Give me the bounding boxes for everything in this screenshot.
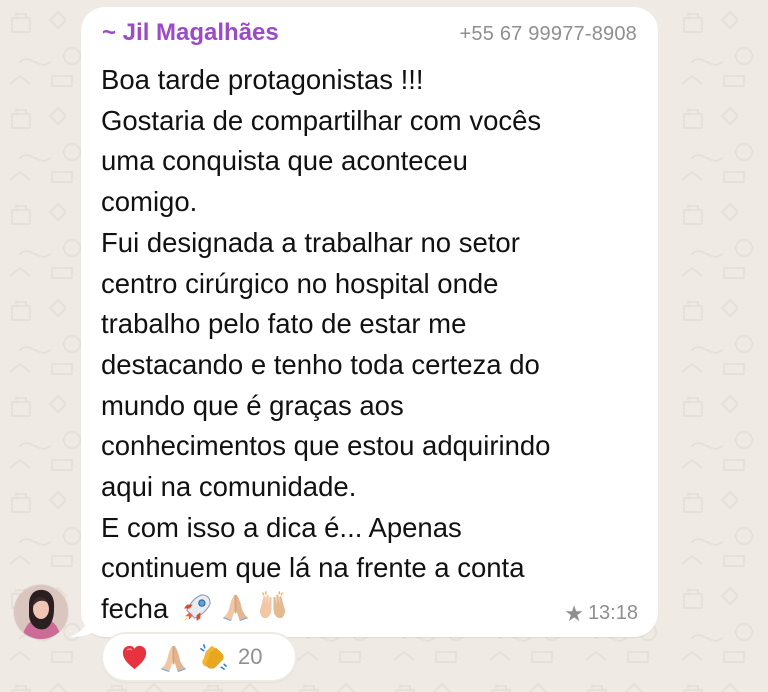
reaction-bar[interactable]: 20 [101,632,297,682]
message-text: Boa tarde protagonistas !!! Gostaria de … [101,60,641,630]
message-time: 13:18 [587,602,638,624]
raising-hands-icon [259,591,286,619]
message-line: trabalho pelo fato de estar me [101,308,467,340]
sender-name[interactable]: ~ Jil Magalhães [102,19,279,47]
star-icon: ★ [564,600,584,626]
message-line: Boa tarde protagonistas !!! [101,64,424,95]
inline-emoji-group [183,591,288,622]
message-line: centro cirúrgico no hospital onde [101,267,499,299]
message-line: aqui na comunidade. [101,471,357,503]
message-line: comigo. [101,186,198,218]
message-line: Fui designada a trabalhar no setor [101,226,520,258]
praying-hands-icon [222,595,249,622]
message-line: continuem que lá na frente a conta [101,552,525,584]
message-line: E com isso a dica é... Apenas [101,511,462,543]
message-line: mundo que é graças aos [101,389,404,421]
sender-avatar[interactable] [14,585,68,639]
heart-icon [122,645,147,669]
sender-phone: +55 67 99977-8908 [459,23,637,45]
message-line: fecha [101,593,169,625]
message-meta: ★ 13:18 [564,602,638,625]
message-line: conhecimentos que estou adquirindo [101,430,551,462]
reaction-count: 20 [238,644,263,669]
message-line: Gostaria de compartilhar com vocês [101,104,542,136]
praying-hands-icon [160,645,187,672]
rocket-icon [183,594,211,622]
message-line: destacando e tenho toda certeza do [101,348,540,380]
message-last-line: fecha [101,589,641,630]
message-line: uma conquista que aconteceu [101,145,468,177]
clapping-hands-icon [200,643,227,670]
